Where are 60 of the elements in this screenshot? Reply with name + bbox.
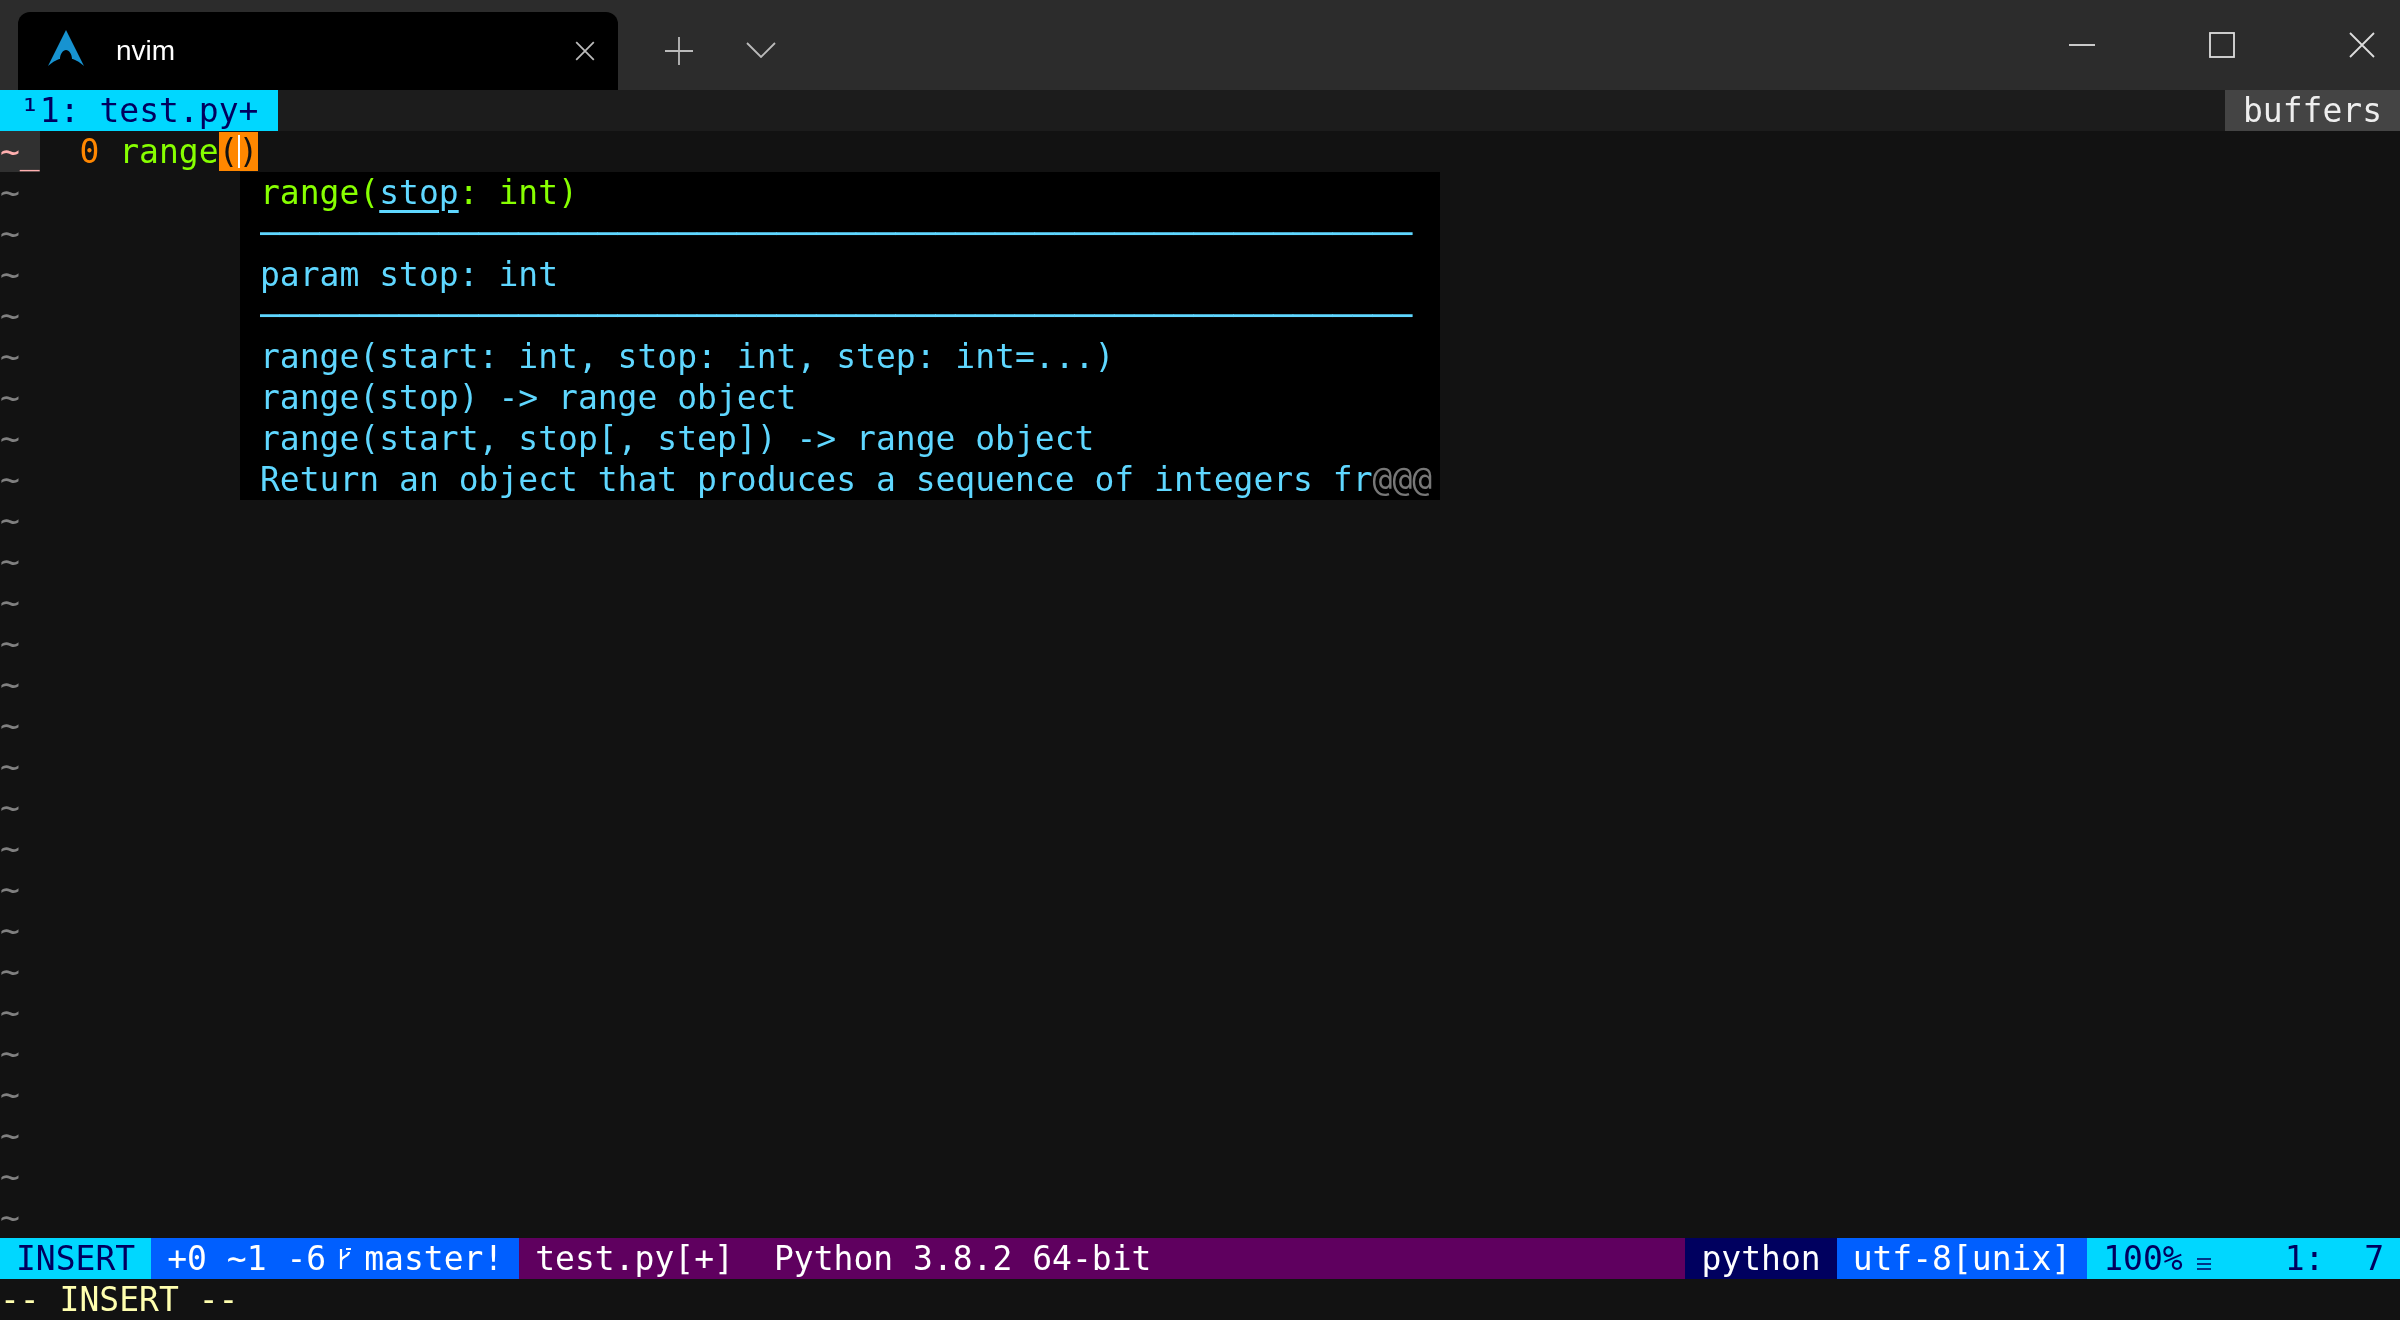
diff-stats: +0 ~1 -6 bbox=[167, 1238, 327, 1279]
mountain-logo-icon bbox=[46, 28, 86, 68]
empty-line-marker: ~ bbox=[0, 336, 20, 377]
buffer-tab[interactable]: ¹1: test.py+ bbox=[0, 90, 279, 131]
tab-title: nvim bbox=[116, 35, 177, 67]
doc-text: Return an object that produces a sequence of integers fr bbox=[260, 459, 1373, 500]
dropdown-chevron-icon[interactable] bbox=[746, 42, 776, 58]
filetype-label: python bbox=[1685, 1238, 1837, 1279]
empty-line-marker: ~ bbox=[0, 869, 20, 910]
terminal-tab[interactable]: nvim bbox=[18, 12, 618, 90]
scroll-percent: 100% bbox=[2103, 1238, 2183, 1279]
empty-line-marker: ~ bbox=[0, 541, 20, 582]
branch-icon bbox=[338, 1246, 353, 1271]
empty-line-marker: ~ bbox=[0, 1074, 20, 1115]
empty-line-marker: ~ bbox=[0, 746, 20, 787]
encoding-label: utf-8[unix] bbox=[1836, 1238, 2088, 1279]
empty-line-marker: ~ bbox=[0, 213, 20, 254]
line-number: 0 bbox=[78, 131, 100, 172]
empty-line-marker: ~ bbox=[0, 1197, 20, 1238]
empty-line-marker: ~ bbox=[0, 254, 20, 295]
file-info: test.py[+] bbox=[535, 1238, 734, 1279]
separator-line: ────────────────────────────────────────────────────────── bbox=[260, 295, 1414, 336]
empty-line-marker: ~ bbox=[0, 992, 20, 1033]
empty-line-marker: ~ bbox=[0, 418, 20, 459]
empty-line-marker: ~ bbox=[0, 295, 20, 336]
empty-line-marker: ~ bbox=[0, 705, 20, 746]
overflow-marker: @@@ bbox=[1372, 459, 1433, 500]
empty-line-marker: ~ bbox=[0, 664, 20, 705]
empty-line-marker: ~ bbox=[0, 172, 20, 213]
mode-message: -- INSERT -- bbox=[0, 1280, 239, 1319]
buffers-label: buffers bbox=[2224, 90, 2400, 131]
branch-name: master! bbox=[364, 1238, 504, 1279]
empty-line-marker: ~ bbox=[0, 377, 20, 418]
file-info: Python 3.8.2 64-bit bbox=[773, 1238, 1152, 1279]
empty-line-marker: ~ bbox=[0, 1156, 20, 1197]
lines-icon bbox=[2196, 1256, 2211, 1271]
new-tab-icon[interactable] bbox=[664, 36, 694, 66]
empty-line-marker: ~ bbox=[0, 951, 20, 992]
empty-line-marker: ~ bbox=[0, 787, 20, 828]
signature-text: range(stop: int) bbox=[260, 172, 579, 213]
doc-text: param stop: int bbox=[260, 254, 558, 295]
cursor-position: 1: 7 bbox=[2284, 1238, 2384, 1279]
empty-line-marker: ~ bbox=[0, 582, 20, 623]
empty-line-marker: ~ bbox=[0, 910, 20, 951]
code-line: range() bbox=[119, 131, 259, 172]
mode-indicator: INSERT bbox=[0, 1238, 152, 1279]
empty-line-marker: ~ bbox=[0, 500, 20, 541]
separator-line: ────────────────────────────────────────────────────────── bbox=[260, 213, 1414, 254]
sign-marker: ~_ bbox=[0, 131, 40, 172]
empty-line-marker: ~ bbox=[0, 459, 20, 500]
doc-text: range(stop) -> range object bbox=[260, 377, 797, 418]
empty-line-marker: ~ bbox=[0, 623, 20, 664]
empty-line-marker: ~ bbox=[0, 828, 20, 869]
empty-line-marker: ~ bbox=[0, 1033, 20, 1074]
empty-line-marker: ~ bbox=[0, 1115, 20, 1156]
maximize-icon[interactable] bbox=[2209, 32, 2235, 58]
close-tab-icon[interactable] bbox=[574, 40, 596, 62]
close-icon[interactable] bbox=[2349, 32, 2375, 58]
doc-text: range(start, stop[, step]) -> range object bbox=[260, 418, 1095, 459]
doc-text: range(start: int, stop: int, step: int=...) bbox=[260, 336, 1115, 377]
